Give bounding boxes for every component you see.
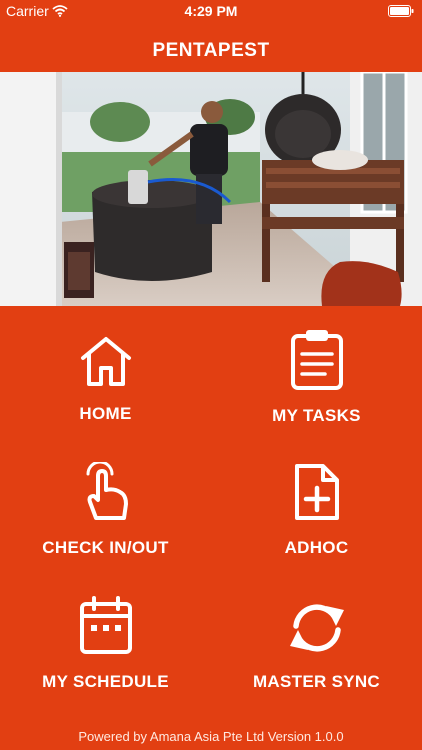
calendar-icon <box>0 596 211 656</box>
menu-check-in-out-button[interactable]: CHECK IN/OUT <box>0 462 211 558</box>
battery-icon <box>388 4 414 20</box>
menu-my-tasks-label: MY TASKS <box>272 406 361 425</box>
menu-check-in-out-label: CHECK IN/OUT <box>42 538 169 557</box>
menu-master-sync-button[interactable]: MASTER SYNC <box>211 600 422 692</box>
hero-image <box>0 72 422 306</box>
menu-adhoc-button[interactable]: ADHOC <box>211 462 422 558</box>
menu-my-schedule-button[interactable]: MY SCHEDULE <box>0 596 211 692</box>
status-time: 4:29 PM <box>184 3 238 19</box>
sync-icon <box>211 600 422 656</box>
tap-hand-icon <box>0 462 211 522</box>
menu-home-label: HOME <box>79 404 132 423</box>
menu-home-button[interactable]: HOME <box>0 334 211 424</box>
home-icon <box>0 334 211 388</box>
add-document-icon <box>211 462 422 522</box>
clipboard-icon <box>211 328 422 390</box>
status-bar: Carrier 4:29 PM <box>0 0 422 22</box>
menu-my-schedule-label: MY SCHEDULE <box>42 672 169 691</box>
menu-adhoc-label: ADHOC <box>284 538 349 557</box>
footer-version-text: Powered by Amana Asia Pte Ltd Version 1.… <box>78 729 344 744</box>
menu-my-tasks-button[interactable]: MY TASKS <box>211 328 422 426</box>
page-title: PENTAPEST <box>152 40 270 61</box>
menu-master-sync-label: MASTER SYNC <box>252 672 381 691</box>
